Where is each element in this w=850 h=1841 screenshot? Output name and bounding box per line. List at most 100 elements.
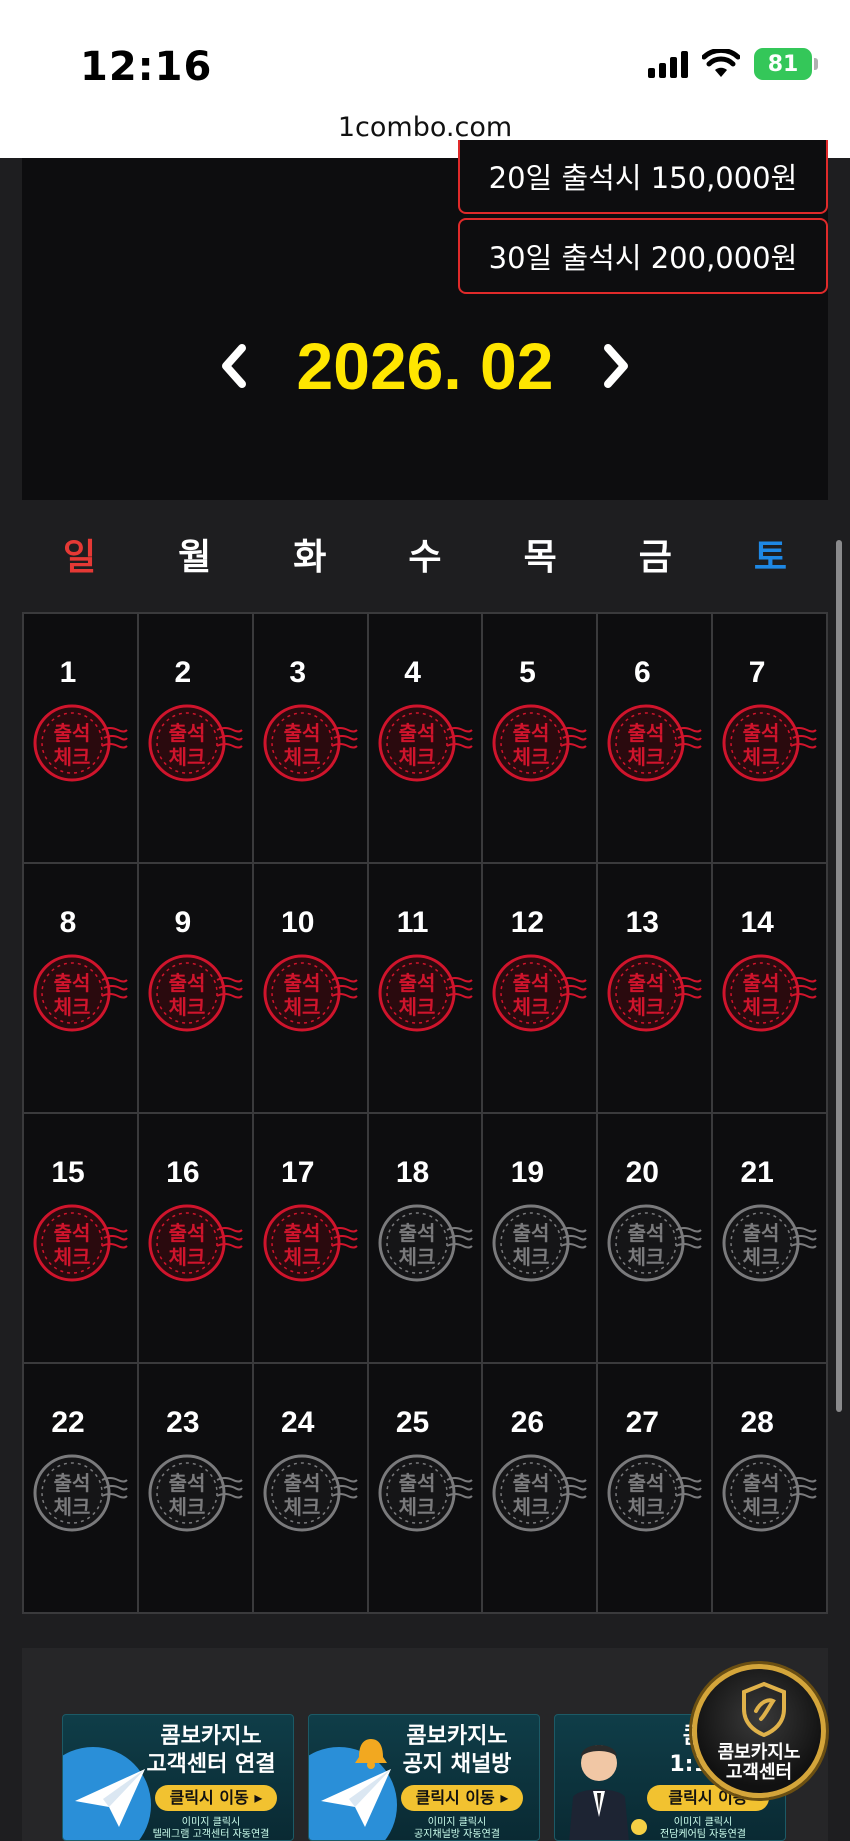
stamp-text-bottom: 체크 bbox=[54, 1495, 91, 1519]
notice-channel-banner[interactable]: 콤보카지노 공지 채널방 클릭시 이동 ▸ 이미지 클릭시 공지채널방 자동연결 bbox=[308, 1714, 540, 1841]
stamp-text-bottom: 체크 bbox=[168, 1245, 205, 1269]
attendance-stamp-checked-icon: 출석체크 bbox=[263, 954, 358, 1032]
calendar-day-cell[interactable]: 12 출석 체크 bbox=[483, 864, 599, 1114]
address-bar-url[interactable]: 1combo.com bbox=[0, 112, 850, 143]
calendar-day-cell[interactable]: 21 출석 체크 bbox=[713, 1114, 828, 1364]
attendance-stamp-unchecked-icon: 출석체크 bbox=[492, 1454, 588, 1532]
attendance-stamp-unchecked-icon: 출석체크 bbox=[263, 1454, 358, 1532]
calendar-day-cell[interactable]: 17 출석 체크 bbox=[253, 1114, 369, 1364]
stamp-text-top: 출석 bbox=[398, 1471, 435, 1495]
day-number: 1 bbox=[59, 656, 77, 689]
calendar-day-cell[interactable]: 23 출석 체크 bbox=[138, 1364, 254, 1614]
day-number: 23 bbox=[166, 1406, 200, 1439]
attendance-stamp-checked-icon: 출석체크 bbox=[148, 704, 243, 782]
stamp-text-top: 출석 bbox=[54, 1471, 91, 1495]
day-number: 16 bbox=[166, 1156, 200, 1189]
stamp-text-bottom: 체크 bbox=[513, 1245, 550, 1269]
status-icons: 81 bbox=[648, 48, 818, 80]
calendar-day-cell[interactable]: 4 출석 체크 bbox=[368, 614, 484, 864]
calendar-day-cell[interactable]: 20 출석 체크 bbox=[598, 1114, 714, 1364]
calendar-day-cell[interactable]: 10 출석 체크 bbox=[253, 864, 369, 1114]
weekday-tuesday: 화 bbox=[293, 537, 327, 578]
attendance-stamp-unchecked-icon: 출석체크 bbox=[722, 1204, 817, 1282]
calendar-day-cell[interactable]: 8 출석 체크 bbox=[24, 864, 139, 1114]
day-number: 2 bbox=[174, 656, 192, 689]
stamp-text-top: 출석 bbox=[628, 1221, 665, 1245]
day-number: 5 bbox=[519, 656, 536, 689]
stamp-text-bottom: 체크 bbox=[628, 1495, 665, 1519]
prev-month-button[interactable] bbox=[211, 336, 255, 396]
day-number: 19 bbox=[510, 1156, 545, 1189]
calendar-day-cell[interactable]: 27 출석 체크 bbox=[598, 1364, 714, 1614]
stamp-text-bottom: 체크 bbox=[283, 1245, 320, 1269]
attendance-stamp-checked-icon: 출석체크 bbox=[607, 954, 703, 1032]
calendar-grid: 1 출석 체크 2 출석 체크 3 출석 체크 4 출석 체크 5 출석 체크 6 출석 체크 7 출석 체크 8 출석 체크… bbox=[22, 612, 828, 1614]
attendance-stamp-checked-icon: 출석체크 bbox=[722, 704, 817, 782]
calendar-day-cell[interactable]: 25 출석 체크 bbox=[368, 1364, 484, 1614]
weekday-saturday: 토 bbox=[753, 537, 787, 578]
customer-center-floating-button[interactable]: 콤보카지노 고객센터 bbox=[692, 1664, 826, 1798]
day-number: 10 bbox=[281, 906, 315, 939]
stamp-text-top: 출석 bbox=[628, 721, 665, 745]
stamp-text-top: 출석 bbox=[398, 721, 435, 745]
stamp-text-top: 출석 bbox=[398, 971, 435, 995]
attendance-stamp-checked-icon: 출석체크 bbox=[263, 1204, 358, 1282]
calendar-day-cell[interactable]: 3 출석 체크 bbox=[253, 614, 369, 864]
stamp-text-bottom: 체크 bbox=[513, 1495, 550, 1519]
stamp-text-top: 출석 bbox=[283, 1221, 320, 1245]
stamp-text-bottom: 체크 bbox=[54, 1245, 91, 1269]
calendar-day-cell[interactable]: 6 출석 체크 bbox=[598, 614, 714, 864]
weekday-thursday: 목 bbox=[523, 537, 557, 578]
stamp-text-top: 출석 bbox=[283, 971, 320, 995]
stamp-text-bottom: 체크 bbox=[743, 995, 780, 1019]
calendar-day-cell[interactable]: 26 출석 체크 bbox=[483, 1364, 599, 1614]
calendar-day-cell[interactable]: 19 출석 체크 bbox=[483, 1114, 599, 1364]
day-number: 6 bbox=[633, 656, 651, 689]
calendar-day-cell[interactable]: 22 출석 체크 bbox=[24, 1364, 139, 1614]
calendar-day-cell[interactable]: 28 출석 체크 bbox=[713, 1364, 828, 1614]
banner-click-button[interactable]: 클릭시 이동 ▸ bbox=[401, 1785, 523, 1811]
calendar-day-cell[interactable]: 5 출석 체크 bbox=[483, 614, 599, 864]
attendance-stamp-unchecked-icon: 출석체크 bbox=[607, 1454, 703, 1532]
stamp-text-top: 출석 bbox=[54, 721, 91, 745]
calendar-day-cell[interactable]: 15 출석 체크 bbox=[24, 1114, 139, 1364]
attendance-stamp-unchecked-icon: 출석체크 bbox=[378, 1454, 473, 1532]
day-number: 20 bbox=[625, 1156, 659, 1189]
stamp-text-top: 출석 bbox=[743, 721, 780, 745]
calendar-day-cell[interactable]: 24 출석 체크 bbox=[253, 1364, 369, 1614]
wifi-icon bbox=[702, 49, 740, 77]
attendance-stamp-checked-icon: 출석체크 bbox=[33, 954, 128, 1032]
stamp-text-top: 출석 bbox=[283, 1471, 320, 1495]
attendance-stamp-checked-icon: 출석체크 bbox=[263, 704, 358, 782]
calendar-day-cell[interactable]: 7 출석 체크 bbox=[713, 614, 828, 864]
day-number: 13 bbox=[625, 906, 659, 939]
day-number: 7 bbox=[748, 656, 766, 689]
calendar-day-cell[interactable]: 16 출석 체크 bbox=[138, 1114, 254, 1364]
stamp-text-bottom: 체크 bbox=[54, 745, 91, 769]
chevron-left-icon bbox=[221, 344, 246, 388]
calendar-day-cell[interactable]: 2 출석 체크 bbox=[138, 614, 254, 864]
stamp-text-bottom: 체크 bbox=[283, 1495, 320, 1519]
current-month: 2026. 02 bbox=[296, 329, 554, 403]
banner-click-button[interactable]: 클릭시 이동 ▸ bbox=[155, 1785, 277, 1811]
calendar-day-cell[interactable]: 11 출석 체크 bbox=[368, 864, 484, 1114]
attendance-stamp-checked-icon: 출석체크 bbox=[607, 704, 703, 782]
telegram-cs-banner[interactable]: 콤보카지노 고객센터 연결 클릭시 이동 ▸ 이미지 클릭시 텔레그램 고객센터 자… bbox=[62, 1714, 294, 1841]
day-number: 14 bbox=[740, 906, 774, 939]
day-number: 3 bbox=[289, 656, 307, 689]
stamp-text-bottom: 체크 bbox=[283, 745, 320, 769]
calendar-day-cell[interactable]: 14 출석 체크 bbox=[713, 864, 828, 1114]
stamp-text-top: 출석 bbox=[513, 1471, 550, 1495]
day-number: 15 bbox=[51, 1156, 85, 1189]
calendar-day-cell[interactable]: 9 출석 체크 bbox=[138, 864, 254, 1114]
calendar-day-cell[interactable]: 1 출석 체크 bbox=[24, 614, 139, 864]
stamp-text-bottom: 체크 bbox=[628, 745, 665, 769]
stamp-text-top: 출석 bbox=[168, 971, 205, 995]
reward-30-days: 30일 출석시 200,000원 bbox=[458, 218, 828, 294]
stamp-text-top: 출석 bbox=[513, 1221, 550, 1245]
calendar-day-cell[interactable]: 13 출석 체크 bbox=[598, 864, 714, 1114]
calendar-day-cell[interactable]: 18 출석 체크 bbox=[368, 1114, 484, 1364]
banner-footnote: 이미지 클릭시 텔레그램 고객센터 자동연결 bbox=[152, 1817, 270, 1840]
page-scrollbar[interactable] bbox=[836, 540, 842, 1412]
next-month-button[interactable] bbox=[595, 336, 639, 396]
